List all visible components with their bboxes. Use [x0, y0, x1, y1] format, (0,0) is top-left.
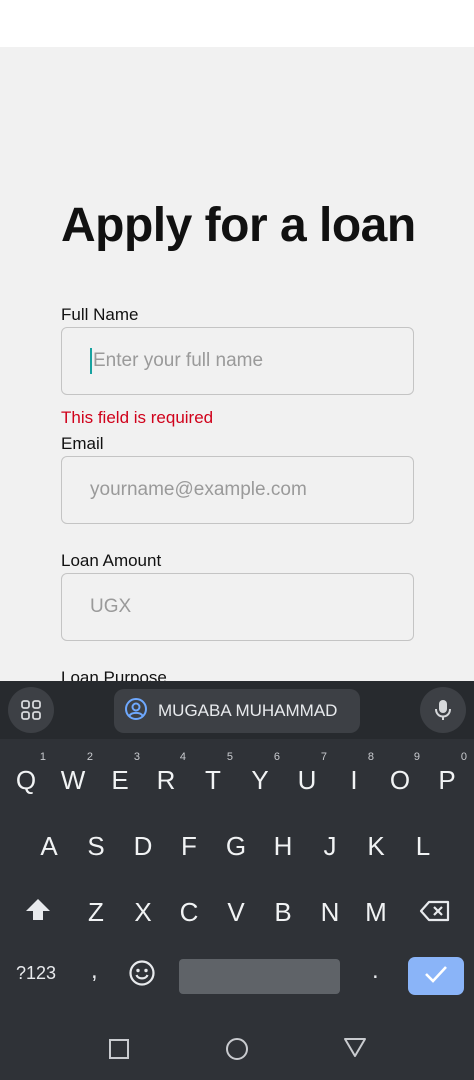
full-name-label: Full Name [61, 305, 139, 324]
key-a[interactable]: A [29, 831, 69, 862]
circle-icon[interactable] [225, 1037, 249, 1066]
key-f[interactable]: F [169, 831, 209, 862]
key-x[interactable]: X [123, 897, 163, 928]
email-placeholder: yourname@example.com [90, 479, 307, 500]
onscreen-keyboard: MUGABA MUHAMMAD Q1 W2 E3 R4 T5 Y6 U7 I8 … [0, 681, 474, 1080]
key-n[interactable]: N [310, 897, 350, 928]
emoji-icon[interactable] [128, 959, 156, 992]
key-v[interactable]: V [216, 897, 256, 928]
page-title: Apply for a loan [61, 199, 416, 252]
account-circle-icon [124, 697, 148, 726]
key-o[interactable]: O9 [380, 751, 420, 796]
microphone-icon[interactable] [420, 687, 466, 733]
key-c[interactable]: C [169, 897, 209, 928]
email-label: Email [61, 434, 104, 453]
key-d[interactable]: D [123, 831, 163, 862]
email-input[interactable]: yourname@example.com [61, 456, 414, 524]
keyboard-toolbar: MUGABA MUHAMMAD [0, 681, 474, 739]
key-s[interactable]: S [76, 831, 116, 862]
full-name-input[interactable]: Enter your full name [61, 327, 414, 395]
symbols-key[interactable]: ?123 [16, 963, 56, 984]
key-p[interactable]: P0 [427, 751, 467, 796]
status-bar [0, 0, 474, 47]
comma-key[interactable]: , [91, 957, 98, 985]
triangle-icon[interactable] [343, 1036, 367, 1063]
square-icon[interactable] [108, 1038, 130, 1065]
shift-icon[interactable] [24, 897, 52, 928]
key-q[interactable]: Q1 [6, 751, 46, 796]
checkmark-icon [424, 964, 448, 989]
key-e[interactable]: E3 [100, 751, 140, 796]
key-z[interactable]: Z [76, 897, 116, 928]
period-key[interactable]: . [372, 957, 379, 985]
key-r[interactable]: R4 [146, 751, 186, 796]
key-w[interactable]: W2 [53, 751, 93, 796]
key-m[interactable]: M [356, 897, 396, 928]
suggestion-text: MUGABA MUHAMMAD [158, 701, 338, 720]
apps-grid-icon[interactable] [8, 687, 54, 733]
key-j[interactable]: J [310, 831, 350, 862]
key-b[interactable]: B [263, 897, 303, 928]
loan-amount-input[interactable]: UGX [61, 573, 414, 641]
system-nav-bar [0, 1013, 474, 1080]
loan-amount-label: Loan Amount [61, 551, 162, 570]
key-g[interactable]: G [216, 831, 256, 862]
key-h[interactable]: H [263, 831, 303, 862]
loan-amount-placeholder: UGX [90, 596, 132, 617]
full-name-error: This field is required [61, 408, 214, 427]
key-y[interactable]: Y6 [240, 751, 280, 796]
key-l[interactable]: L [403, 831, 443, 862]
text-caret [90, 348, 92, 374]
backspace-icon[interactable] [419, 899, 451, 928]
enter-key[interactable] [408, 957, 464, 995]
autofill-suggestion-chip[interactable]: MUGABA MUHAMMAD [114, 689, 360, 733]
key-t[interactable]: T5 [193, 751, 233, 796]
key-i[interactable]: I8 [334, 751, 374, 796]
space-bar[interactable] [179, 959, 340, 994]
key-u[interactable]: U7 [287, 751, 327, 796]
key-k[interactable]: K [356, 831, 396, 862]
full-name-placeholder: Enter your full name [93, 350, 264, 371]
